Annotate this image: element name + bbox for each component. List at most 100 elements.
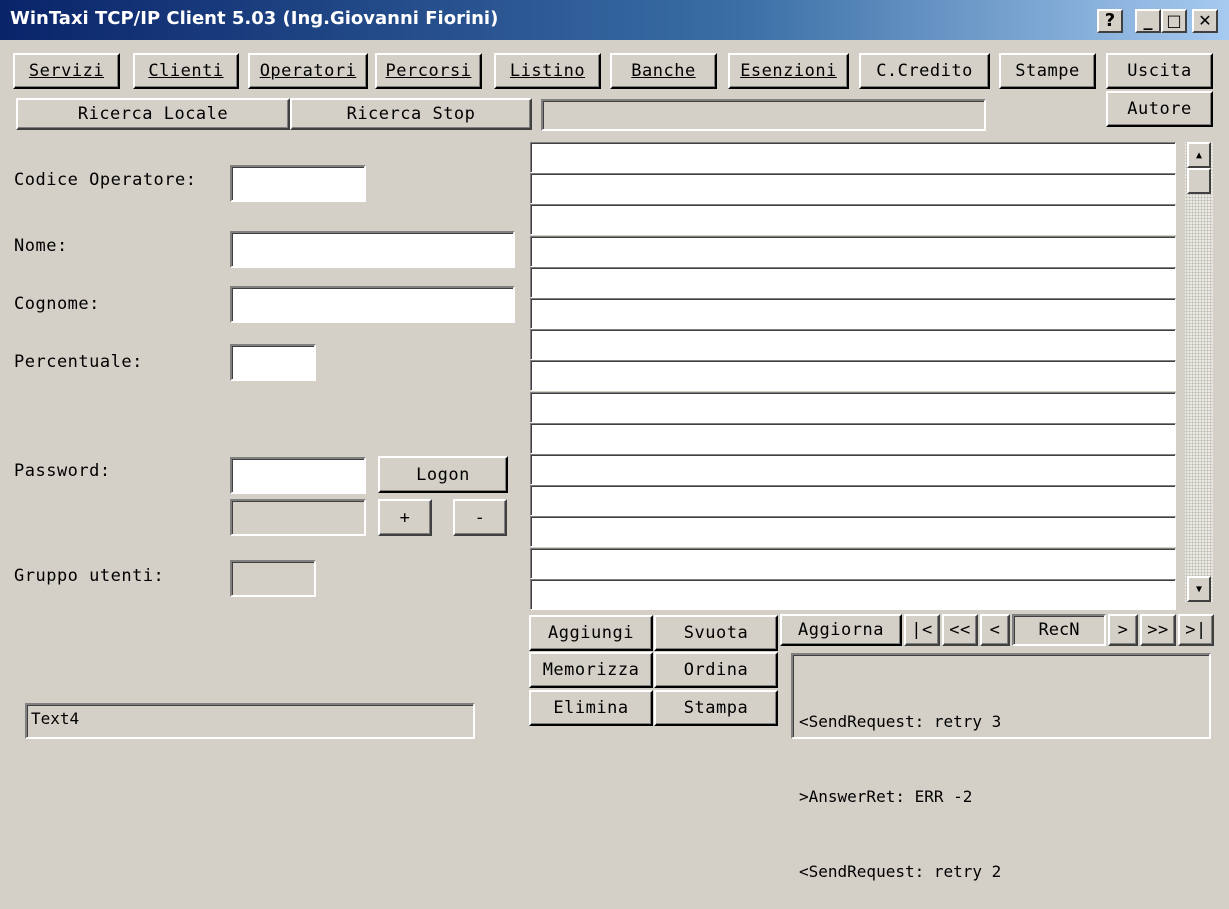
aggiorna-label: Aggiorna: [798, 620, 884, 640]
list-row[interactable]: [530, 173, 1176, 204]
stampe-label: Stampe: [1015, 61, 1080, 81]
operatori-label: Operatori: [259, 61, 357, 81]
percentuale-input[interactable]: [230, 344, 316, 381]
percorsi-label: Percorsi: [385, 61, 472, 81]
aggiungi-button[interactable]: Aggiungi: [529, 615, 653, 651]
list-row[interactable]: [530, 360, 1176, 391]
list-row[interactable]: [530, 579, 1176, 610]
list-row[interactable]: [530, 298, 1176, 329]
stampe-button[interactable]: Stampe: [999, 53, 1096, 89]
stampa-label: Stampa: [683, 698, 749, 718]
plus-button[interactable]: +: [378, 499, 432, 536]
scroll-thumb[interactable]: [1187, 168, 1211, 194]
esenzioni-button[interactable]: Esenzioni: [728, 53, 849, 89]
banche-label: Banche: [631, 61, 696, 81]
logon-button[interactable]: Logon: [378, 456, 508, 493]
elimina-label: Elimina: [553, 698, 629, 718]
autore-label: Autore: [1127, 99, 1192, 119]
ricerca-locale-label: Ricerca Locale: [77, 104, 229, 124]
list-row[interactable]: [530, 548, 1176, 579]
cognome-input[interactable]: [230, 286, 515, 323]
clienti-button[interactable]: Clienti: [133, 53, 239, 89]
nav-prev-page-button[interactable]: <<: [942, 614, 978, 646]
list-scrollbar[interactable]: [1185, 142, 1213, 602]
nome-label: Nome:: [14, 236, 68, 256]
nav-next-button[interactable]: >: [1108, 614, 1138, 646]
uscita-label: Uscita: [1127, 61, 1192, 81]
ricerca-stop-label: Ricerca Stop: [346, 104, 476, 124]
list-row[interactable]: [530, 423, 1176, 454]
nome-input[interactable]: [230, 231, 515, 268]
memorizza-button[interactable]: Memorizza: [529, 652, 653, 688]
nav-prev-button[interactable]: <: [980, 614, 1010, 646]
percorsi-button[interactable]: Percorsi: [375, 53, 482, 89]
nav-prev-page-label: <<: [949, 620, 971, 640]
operatori-button[interactable]: Operatori: [248, 53, 368, 89]
cognome-label: Cognome:: [14, 294, 100, 314]
list-row[interactable]: [530, 204, 1176, 235]
nav-last-button[interactable]: >|: [1178, 614, 1214, 646]
password-input[interactable]: [230, 457, 366, 494]
servizi-button[interactable]: Servizi: [13, 53, 120, 89]
search-status-field: [541, 99, 986, 131]
list-row[interactable]: [530, 267, 1176, 298]
stampa-button[interactable]: Stampa: [654, 690, 778, 726]
banche-button[interactable]: Banche: [610, 53, 717, 89]
password-label: Password:: [14, 461, 111, 481]
gruppo-utenti-label: Gruppo utenti:: [14, 566, 165, 586]
listino-button[interactable]: Listino: [494, 53, 601, 89]
clienti-label: Clienti: [148, 61, 224, 81]
elimina-button[interactable]: Elimina: [529, 690, 653, 726]
maximize-button[interactable]: □: [1161, 9, 1187, 33]
ordina-button[interactable]: Ordina: [654, 652, 778, 688]
list-row[interactable]: [530, 329, 1176, 360]
minus-button[interactable]: -: [453, 499, 507, 536]
autore-button[interactable]: Autore: [1106, 91, 1213, 127]
logon-label: Logon: [416, 464, 470, 485]
log-line: >AnswerRet: ERR -2: [799, 787, 973, 806]
memorizza-label: Memorizza: [542, 660, 640, 680]
list-row[interactable]: [530, 485, 1176, 516]
recn-field: RecN: [1012, 614, 1106, 646]
plus-label: +: [399, 507, 411, 528]
uscita-button[interactable]: Uscita: [1106, 53, 1213, 89]
log-panel: <SendRequest: retry 3 >AnswerRet: ERR -2…: [791, 653, 1211, 881]
credito-button[interactable]: C.Credito: [859, 53, 990, 89]
codice-operatore-label: Codice Operatore:: [14, 170, 197, 190]
nav-next-page-label: >>: [1147, 620, 1169, 640]
nav-prev-label: <: [989, 620, 1001, 640]
credito-label: C.Credito: [876, 61, 973, 81]
list-row[interactable]: [530, 516, 1176, 547]
log-line: <SendRequest: retry 2: [799, 862, 1002, 881]
nav-next-page-button[interactable]: >>: [1140, 614, 1176, 646]
scroll-down-button[interactable]: ▼: [1187, 576, 1211, 602]
minimize-button[interactable]: _: [1135, 9, 1161, 33]
gruppo-utenti-field: [230, 560, 316, 597]
ordina-label: Ordina: [683, 660, 749, 680]
list-row[interactable]: [530, 392, 1176, 423]
svuota-label: Svuota: [683, 623, 749, 643]
help-button[interactable]: ?: [1097, 9, 1123, 33]
codice-operatore-input[interactable]: [230, 165, 366, 202]
esenzioni-label: Esenzioni: [740, 61, 837, 81]
list-row[interactable]: [530, 236, 1176, 267]
list-row[interactable]: [530, 142, 1176, 173]
text4-field: Text4: [25, 703, 475, 739]
ricerca-stop-button[interactable]: Ricerca Stop: [290, 98, 532, 130]
nav-last-label: >|: [1185, 620, 1207, 640]
nav-first-label: |<: [911, 620, 933, 640]
ricerca-locale-button[interactable]: Ricerca Locale: [16, 98, 290, 130]
listino-label: Listino: [509, 61, 586, 81]
close-button[interactable]: ✕: [1192, 9, 1218, 33]
servizi-label: Servizi: [28, 61, 105, 81]
minus-label: -: [474, 507, 486, 528]
nav-next-label: >: [1117, 620, 1129, 640]
aggiorna-button[interactable]: Aggiorna: [780, 614, 902, 646]
list-row[interactable]: [530, 454, 1176, 485]
svuota-button[interactable]: Svuota: [654, 615, 778, 651]
scroll-up-button[interactable]: ▲: [1187, 142, 1211, 168]
window-title: WinTaxi TCP/IP Client 5.03 (Ing.Giovanni…: [10, 8, 499, 29]
nav-first-button[interactable]: |<: [904, 614, 940, 646]
password-secondary-field: [230, 499, 366, 536]
percentuale-label: Percentuale:: [14, 352, 143, 372]
